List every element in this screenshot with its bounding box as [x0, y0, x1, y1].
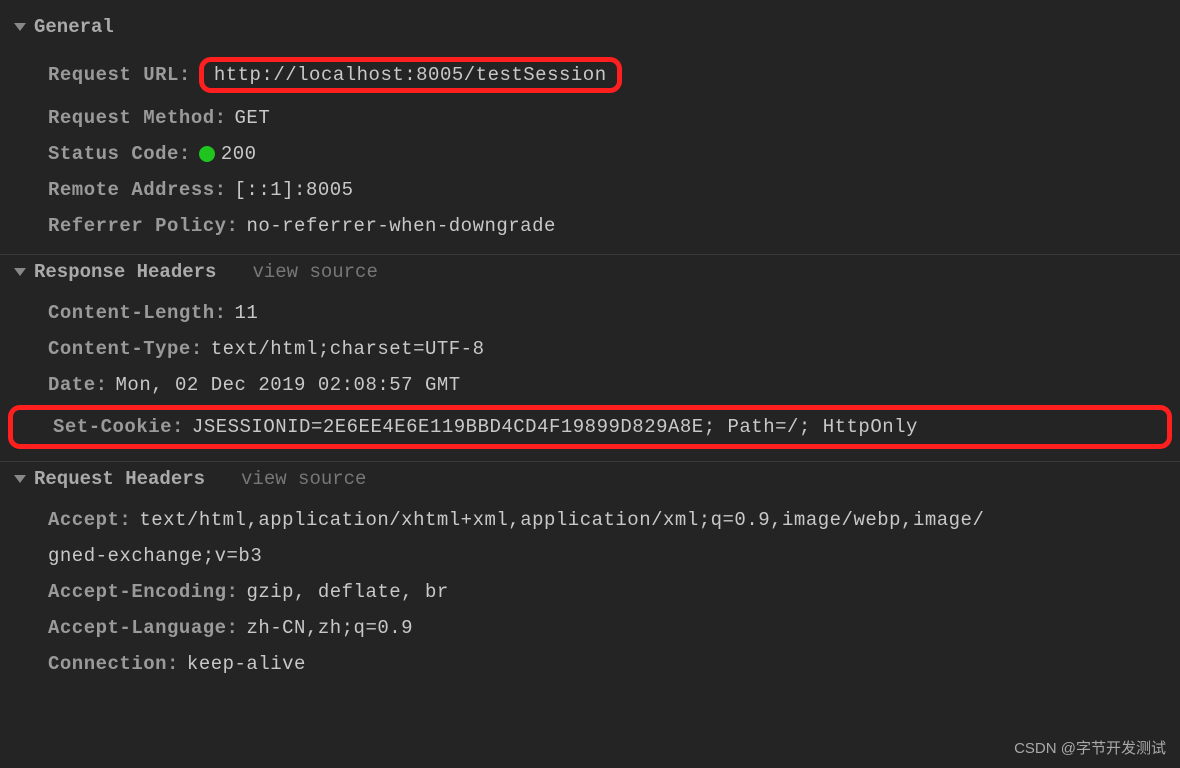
response-header-rows: Content-Length: 11 Content-Type: text/ht…	[0, 289, 1180, 461]
section-title: Response Headers	[34, 261, 216, 283]
value-content-type: text/html;charset=UTF-8	[211, 338, 485, 360]
request-header-rows: Accept: text/html,application/xhtml+xml,…	[0, 496, 1180, 692]
section-title: General	[34, 16, 114, 38]
label-request-method: Request Method:	[48, 107, 227, 129]
row-request-method: Request Method: GET	[0, 100, 1180, 136]
row-content-type: Content-Type: text/html;charset=UTF-8	[0, 331, 1180, 367]
view-source-link[interactable]: view source	[252, 261, 377, 283]
value-accept-cont: gned-exchange;v=b3	[48, 545, 262, 567]
row-accept: Accept: text/html,application/xhtml+xml,…	[0, 502, 1180, 538]
label-connection: Connection:	[48, 653, 179, 675]
row-accept-language: Accept-Language: zh-CN,zh;q=0.9	[0, 610, 1180, 646]
value-request-url: http://localhost:8005/testSession	[214, 64, 607, 86]
highlight-request-url: http://localhost:8005/testSession	[199, 57, 622, 93]
row-content-length: Content-Length: 11	[0, 295, 1180, 331]
row-request-url: Request URL: http://localhost:8005/testS…	[0, 50, 1180, 100]
row-set-cookie: Set-Cookie: JSESSIONID=2E6EE4E6E119BBD4C…	[8, 405, 1172, 449]
row-status-code: Status Code: 200	[0, 136, 1180, 172]
value-request-method: GET	[235, 107, 271, 129]
label-status-code: Status Code:	[48, 143, 191, 165]
value-referrer-policy: no-referrer-when-downgrade	[246, 215, 555, 237]
value-status-code: 200	[221, 143, 257, 165]
value-content-length: 11	[235, 302, 259, 324]
row-remote-address: Remote Address: [::1]:8005	[0, 172, 1180, 208]
label-referrer-policy: Referrer Policy:	[48, 215, 238, 237]
label-remote-address: Remote Address:	[48, 179, 227, 201]
section-header-general[interactable]: General	[0, 10, 1180, 44]
chevron-down-icon	[14, 23, 26, 31]
general-rows: Request URL: http://localhost:8005/testS…	[0, 44, 1180, 254]
label-accept-language: Accept-Language:	[48, 617, 238, 639]
label-accept: Accept:	[48, 509, 131, 531]
chevron-down-icon	[14, 475, 26, 483]
section-title: Request Headers	[34, 468, 205, 490]
value-date: Mon, 02 Dec 2019 02:08:57 GMT	[116, 374, 461, 396]
row-accept-encoding: Accept-Encoding: gzip, deflate, br	[0, 574, 1180, 610]
row-date: Date: Mon, 02 Dec 2019 02:08:57 GMT	[0, 367, 1180, 403]
value-accept: text/html,application/xhtml+xml,applicat…	[139, 509, 984, 531]
section-header-request[interactable]: Request Headers view source	[0, 461, 1180, 496]
value-accept-encoding: gzip, deflate, br	[246, 581, 448, 603]
value-accept-language: zh-CN,zh;q=0.9	[246, 617, 413, 639]
label-set-cookie: Set-Cookie:	[53, 416, 184, 438]
value-connection: keep-alive	[187, 653, 306, 675]
chevron-down-icon	[14, 268, 26, 276]
label-content-type: Content-Type:	[48, 338, 203, 360]
label-accept-encoding: Accept-Encoding:	[48, 581, 238, 603]
label-content-length: Content-Length:	[48, 302, 227, 324]
watermark: CSDN @字节开发测试	[1014, 737, 1166, 758]
row-accept-cont: gned-exchange;v=b3	[0, 538, 1180, 574]
row-referrer-policy: Referrer Policy: no-referrer-when-downgr…	[0, 208, 1180, 244]
label-request-url: Request URL:	[48, 64, 191, 86]
view-source-link[interactable]: view source	[241, 468, 366, 490]
status-dot-icon	[199, 146, 215, 162]
section-header-response[interactable]: Response Headers view source	[0, 254, 1180, 289]
value-set-cookie: JSESSIONID=2E6EE4E6E119BBD4CD4F19899D829…	[192, 416, 918, 438]
row-connection: Connection: keep-alive	[0, 646, 1180, 682]
value-remote-address: [::1]:8005	[235, 179, 354, 201]
label-date: Date:	[48, 374, 108, 396]
